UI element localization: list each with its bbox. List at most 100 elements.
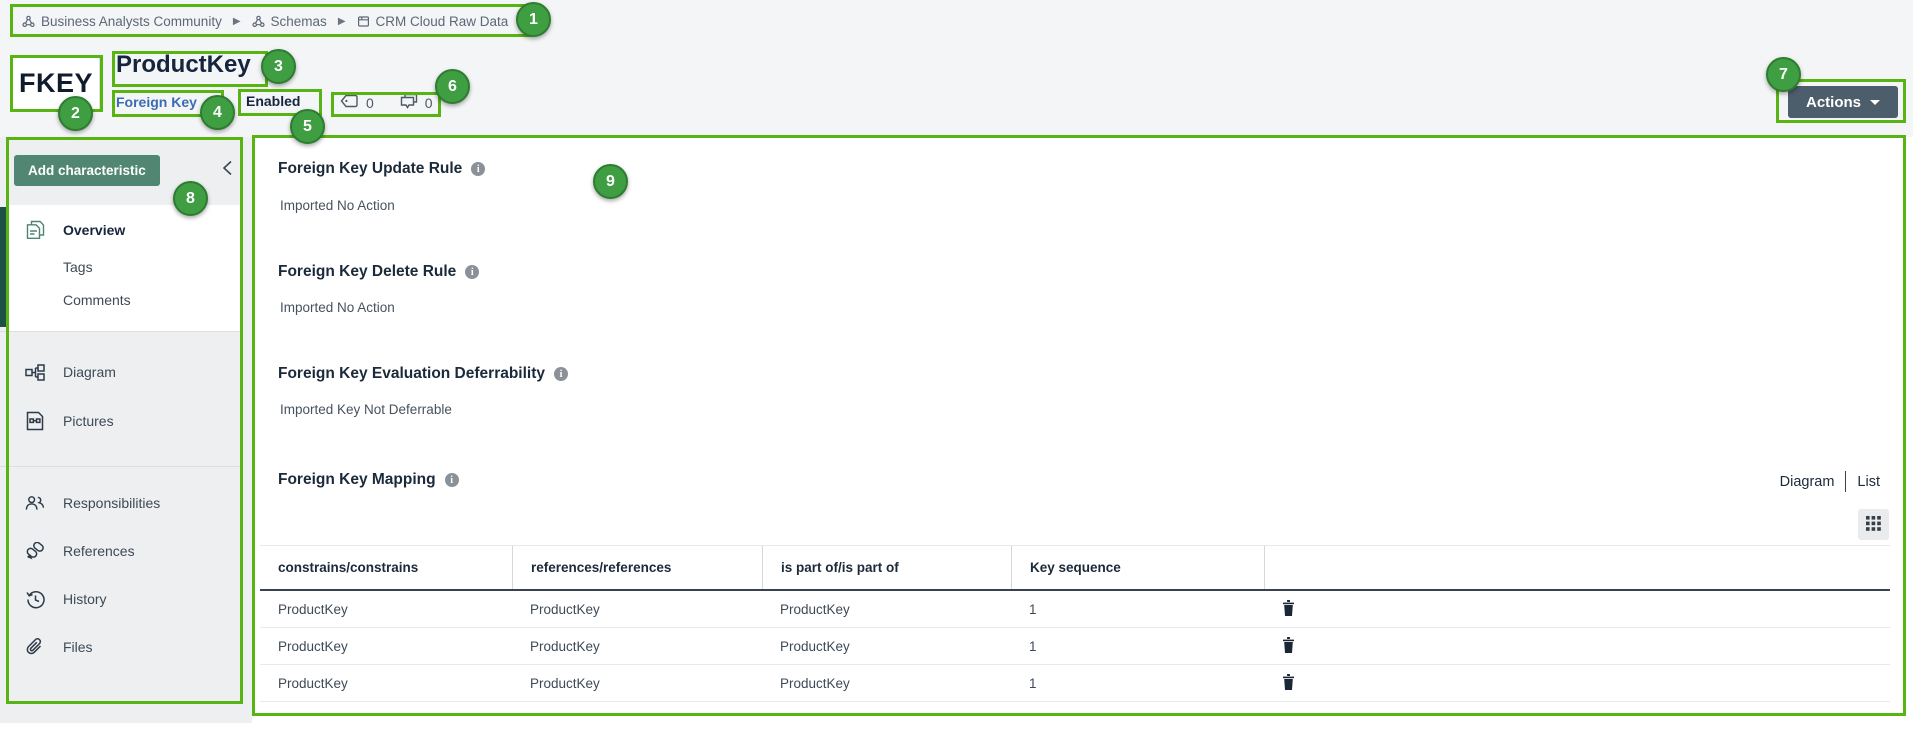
sidebar-item-tags[interactable]: Tags bbox=[0, 249, 243, 285]
sidebar-item-diagram[interactable]: Diagram bbox=[0, 354, 243, 390]
section-title-deferrability: Foreign Key Evaluation Deferrability bbox=[278, 365, 568, 383]
comment-count-value: 0 bbox=[425, 95, 433, 111]
main-content: Foreign Key Update Rule Imported No Acti… bbox=[252, 137, 1913, 723]
info-icon[interactable] bbox=[445, 473, 459, 487]
breadcrumb-label: Business Analysts Community bbox=[41, 14, 222, 29]
column-header-empty bbox=[1264, 546, 1890, 589]
sidebar-item-label: Diagram bbox=[63, 364, 116, 380]
tags-count[interactable]: 0 bbox=[340, 94, 374, 111]
trash-icon bbox=[1282, 600, 1295, 619]
asset-type-badge: FKEY bbox=[12, 57, 100, 110]
section-title-text: Foreign Key Delete Rule bbox=[278, 263, 456, 281]
sidebar-item-comments[interactable]: Comments bbox=[0, 282, 243, 318]
column-header[interactable]: is part of/is part of bbox=[762, 546, 1011, 589]
sidebar-item-label: References bbox=[63, 543, 135, 559]
cell-key-sequence: 1 bbox=[1011, 602, 1264, 617]
cell-references: ProductKey bbox=[512, 602, 762, 617]
sidebar-item-history[interactable]: History bbox=[0, 581, 243, 617]
info-icon[interactable] bbox=[465, 265, 479, 279]
breadcrumb-item-schemas[interactable]: Schemas bbox=[252, 14, 327, 29]
section-title-text: Foreign Key Evaluation Deferrability bbox=[278, 365, 545, 383]
cell-is-part-of: ProductKey bbox=[762, 676, 1011, 691]
tag-icon bbox=[340, 94, 359, 111]
column-header[interactable]: references/references bbox=[512, 546, 762, 589]
add-characteristic-button[interactable]: Add characteristic bbox=[14, 155, 160, 186]
document-pages-icon bbox=[25, 220, 45, 240]
breadcrumb-item-community[interactable]: Business Analysts Community bbox=[22, 14, 222, 29]
cell-constrains: ProductKey bbox=[260, 676, 512, 691]
breadcrumb: Business Analysts Community Schemas CRM … bbox=[22, 10, 508, 32]
sidebar-item-pictures[interactable]: Pictures bbox=[0, 403, 243, 439]
trash-icon bbox=[1282, 637, 1295, 656]
sidebar-item-label: Pictures bbox=[63, 413, 114, 429]
section-value: Imported No Action bbox=[280, 198, 395, 213]
sidebar-item-overview[interactable]: Overview bbox=[0, 212, 243, 248]
section-title-mapping: Foreign Key Mapping bbox=[278, 471, 459, 489]
sidebar-item-label: Files bbox=[63, 639, 93, 655]
table-asset-icon bbox=[357, 15, 370, 28]
org-chart-icon bbox=[25, 364, 45, 381]
breadcrumb-item-crm-cloud-raw-data[interactable]: CRM Cloud Raw Data bbox=[357, 14, 509, 29]
section-title-delete-rule: Foreign Key Delete Rule bbox=[278, 263, 479, 281]
section-value: Imported Key Not Deferrable bbox=[280, 402, 452, 417]
page-title: ProductKey bbox=[116, 51, 251, 79]
cell-key-sequence: 1 bbox=[1011, 639, 1264, 654]
chevron-down-icon bbox=[1870, 100, 1880, 105]
cell-references: ProductKey bbox=[512, 639, 762, 654]
breadcrumb-separator-icon bbox=[233, 16, 241, 27]
delete-row-button[interactable] bbox=[1282, 674, 1295, 693]
grid-icon bbox=[1866, 516, 1881, 534]
table-row[interactable]: ProductKey ProductKey ProductKey 1 bbox=[260, 628, 1890, 665]
paperclip-icon bbox=[25, 637, 45, 657]
actions-button-label: Actions bbox=[1806, 94, 1861, 111]
table-header-row: constrains/constrains references/referen… bbox=[260, 545, 1890, 591]
delete-row-button[interactable] bbox=[1282, 600, 1295, 619]
sidebar-item-label: History bbox=[63, 591, 107, 607]
section-value: Imported No Action bbox=[280, 300, 395, 315]
section-title-text: Foreign Key Update Rule bbox=[278, 160, 462, 178]
sidebar-item-label: Responsibilities bbox=[63, 495, 160, 511]
view-option-diagram[interactable]: Diagram bbox=[1769, 474, 1846, 490]
page: Business Analysts Community Schemas CRM … bbox=[0, 0, 1913, 750]
info-icon[interactable] bbox=[554, 367, 568, 381]
trash-icon bbox=[1282, 674, 1295, 693]
sidebar-item-label: Tags bbox=[63, 259, 93, 275]
breadcrumb-separator-icon bbox=[338, 16, 346, 27]
community-icon bbox=[252, 15, 265, 28]
mapping-view-toggle: Diagram List bbox=[1769, 471, 1891, 492]
table-row[interactable]: ProductKey ProductKey ProductKey 1 bbox=[260, 665, 1890, 702]
picture-document-icon bbox=[25, 411, 45, 431]
actions-button[interactable]: Actions bbox=[1788, 86, 1898, 118]
sidebar-item-responsibilities[interactable]: Responsibilities bbox=[0, 485, 243, 521]
breadcrumb-label: CRM Cloud Raw Data bbox=[376, 14, 509, 29]
community-icon bbox=[22, 15, 35, 28]
meta-counts: 0 0 bbox=[340, 93, 433, 112]
asset-type-link[interactable]: Foreign Key bbox=[116, 94, 197, 110]
breadcrumb-label: Schemas bbox=[271, 14, 327, 29]
column-header[interactable]: constrains/constrains bbox=[260, 546, 512, 589]
cell-key-sequence: 1 bbox=[1011, 676, 1264, 691]
sidebar-item-label: Overview bbox=[63, 222, 125, 238]
history-clock-icon bbox=[25, 590, 45, 609]
section-title-update-rule: Foreign Key Update Rule bbox=[278, 160, 485, 178]
column-header[interactable]: Key sequence bbox=[1011, 546, 1264, 589]
info-icon[interactable] bbox=[471, 162, 485, 176]
tag-count-value: 0 bbox=[366, 95, 374, 111]
sidebar-item-files[interactable]: Files bbox=[0, 629, 243, 665]
people-icon bbox=[25, 495, 45, 511]
link-icon bbox=[25, 542, 45, 560]
cell-constrains: ProductKey bbox=[260, 639, 512, 654]
header-band: Business Analysts Community Schemas CRM … bbox=[0, 0, 1913, 137]
comments-count[interactable]: 0 bbox=[400, 93, 433, 112]
cell-is-part-of: ProductKey bbox=[762, 602, 1011, 617]
collapse-sidebar-button[interactable] bbox=[216, 158, 238, 180]
sidebar-item-references[interactable]: References bbox=[0, 533, 243, 569]
foreign-key-mapping-table: constrains/constrains references/referen… bbox=[260, 545, 1890, 702]
cell-is-part-of: ProductKey bbox=[762, 639, 1011, 654]
cell-constrains: ProductKey bbox=[260, 602, 512, 617]
asset-type-badge-text: FKEY bbox=[19, 68, 93, 99]
delete-row-button[interactable] bbox=[1282, 637, 1295, 656]
column-settings-button[interactable] bbox=[1858, 509, 1889, 540]
view-option-list[interactable]: List bbox=[1846, 474, 1891, 490]
table-row[interactable]: ProductKey ProductKey ProductKey 1 bbox=[260, 591, 1890, 628]
